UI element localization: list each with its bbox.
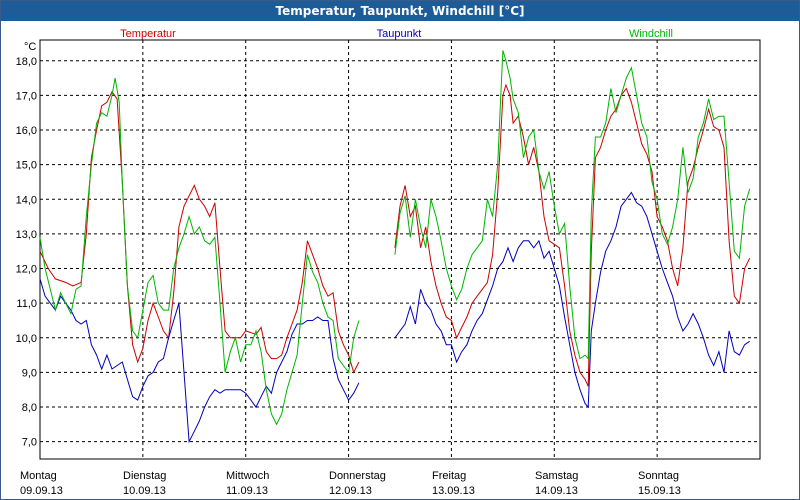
- y-tick-label: 16,0: [16, 125, 37, 137]
- y-tick-label: 10,0: [16, 333, 37, 345]
- x-tick-day: Dienstag: [123, 470, 166, 482]
- legend-temperatur: Temperatur: [120, 28, 176, 40]
- line-chart: 7,0 8,0 9,0 10,0 11,0 12,0 13,0 14,0 15,0 16,0 17,…: [16, 28, 761, 497]
- legend-taupunkt: Taupunkt: [377, 28, 422, 40]
- x-tick-date: 15.09.13: [638, 485, 681, 497]
- y-tick-label: 11,0: [16, 298, 37, 310]
- y-tick-label: 14,0: [16, 194, 37, 206]
- y-tick-label: 18,0: [16, 56, 37, 68]
- y-tick-label: 17,0: [16, 90, 37, 102]
- x-tick-day: Mittwoch: [226, 470, 269, 482]
- x-tick-date: 13.09.13: [432, 485, 475, 497]
- x-tick-date: 12.09.13: [329, 485, 372, 497]
- x-tick-day: Donnerstag: [329, 470, 386, 482]
- y-tick-label: 9,0: [22, 367, 37, 379]
- x-tick-date: 10.09.13: [123, 485, 166, 497]
- x-tick-day: Freitag: [432, 470, 466, 482]
- y-tick-label: 12,0: [16, 264, 37, 276]
- x-tick-date: 11.09.13: [226, 485, 268, 497]
- plot-area: [39, 39, 761, 460]
- x-tick-day: Samstag: [535, 470, 578, 482]
- y-axis-unit: °C: [24, 41, 36, 53]
- y-tick-label: 7,0: [22, 437, 37, 449]
- y-tick-label: 15,0: [16, 160, 37, 172]
- x-tick-day: Sonntag: [638, 470, 679, 482]
- y-tick-label: 13,0: [16, 229, 37, 241]
- x-tick-date: 09.09.13: [20, 485, 63, 497]
- x-tick-date: 14.09.13: [535, 485, 578, 497]
- legend-windchill: Windchill: [629, 28, 673, 40]
- x-tick-day: Montag: [20, 470, 57, 482]
- y-tick-label: 8,0: [22, 402, 37, 414]
